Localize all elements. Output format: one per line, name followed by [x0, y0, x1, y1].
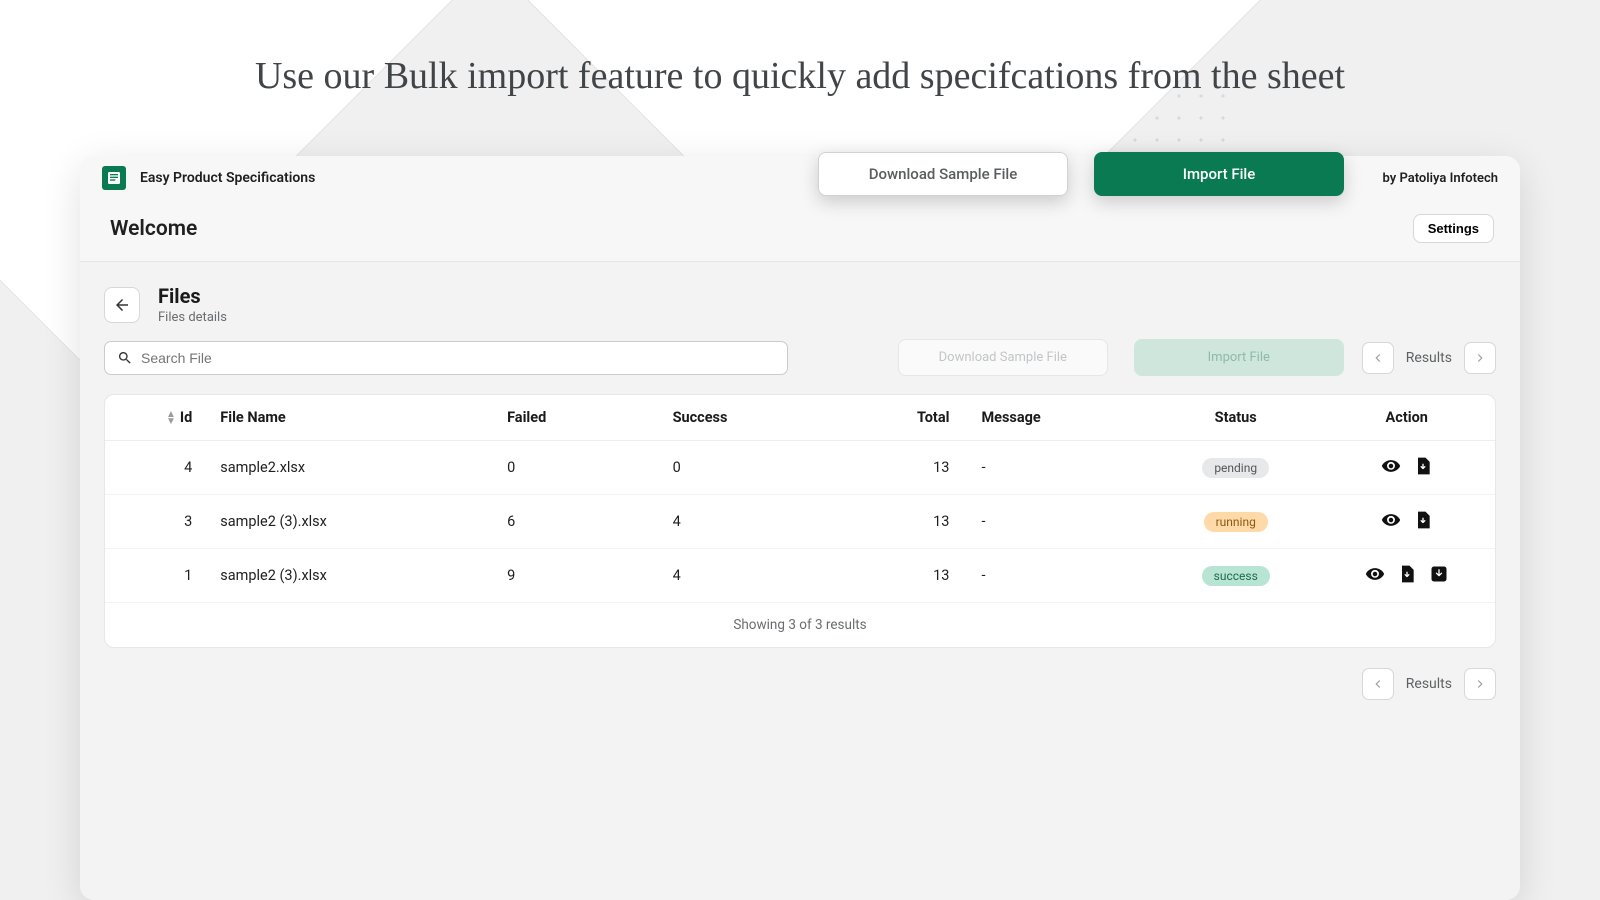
pager-label-bottom: Results: [1400, 676, 1458, 692]
chevron-left-icon: [1371, 351, 1385, 365]
files-title: Files: [158, 284, 227, 308]
files-table: ▲▼Id File Name Failed Success Total Mess…: [105, 395, 1495, 603]
floating-action-buttons: Download Sample File Import File: [818, 152, 1344, 196]
cell-action: [1318, 495, 1495, 549]
welcome-bar: Welcome Settings: [80, 200, 1520, 262]
download-action-icon[interactable]: [1412, 509, 1434, 531]
pager-label: Results: [1400, 350, 1458, 366]
import-file-ghost: Import File: [1134, 339, 1344, 376]
cell-message: -: [965, 549, 1153, 603]
col-header-status[interactable]: Status: [1153, 395, 1318, 441]
pager-bottom-wrap: Results: [104, 668, 1496, 700]
cell-status: success: [1153, 549, 1318, 603]
col-header-action: Action: [1318, 395, 1495, 441]
cell-action: [1318, 441, 1495, 495]
back-button[interactable]: [104, 287, 140, 323]
cell-failed: 6: [491, 495, 656, 549]
cell-message: -: [965, 441, 1153, 495]
arrow-left-icon: [113, 296, 131, 314]
view-action-icon[interactable]: [1380, 509, 1402, 531]
cell-failed: 0: [491, 441, 656, 495]
cell-total: 13: [822, 549, 965, 603]
search-input[interactable]: [141, 350, 775, 366]
cell-success: 4: [657, 495, 822, 549]
table-footer: Showing 3 of 3 results: [105, 603, 1495, 647]
cell-status: pending: [1153, 441, 1318, 495]
chevron-left-icon: [1371, 677, 1385, 691]
cell-action: [1318, 549, 1495, 603]
sort-icon: ▲▼: [166, 411, 176, 425]
download-action-icon[interactable]: [1412, 455, 1434, 477]
table-header-row: ▲▼Id File Name Failed Success Total Mess…: [105, 395, 1495, 441]
ghost-actions-background: Download Sample File Import File: [898, 339, 1344, 376]
cell-file-name: sample2 (3).xlsx: [204, 549, 491, 603]
cell-message: -: [965, 495, 1153, 549]
files-header: Files Files details: [104, 284, 1496, 325]
app-byline: by Patoliya Infotech: [1383, 171, 1498, 186]
col-header-failed[interactable]: Failed: [491, 395, 656, 441]
page-headline: Use our Bulk import feature to quickly a…: [0, 54, 1600, 98]
app-logo-icon: [102, 166, 126, 190]
table-row: 4sample2.xlsx0013-pending: [105, 441, 1495, 495]
cell-id: 4: [105, 441, 204, 495]
main-content: Files Files details Download Sample File…: [80, 262, 1520, 900]
pager-next-button[interactable]: [1464, 342, 1496, 374]
download-sample-ghost: Download Sample File: [898, 339, 1108, 376]
download-action-icon[interactable]: [1396, 563, 1418, 585]
cell-file-name: sample2 (3).xlsx: [204, 495, 491, 549]
pager-bottom: Results: [1362, 668, 1496, 700]
cell-total: 13: [822, 495, 965, 549]
table-row: 3sample2 (3).xlsx6413- running: [105, 495, 1495, 549]
cell-failed: 9: [491, 549, 656, 603]
cell-status: running: [1153, 495, 1318, 549]
view-action-icon[interactable]: [1380, 455, 1402, 477]
cell-id: 3: [105, 495, 204, 549]
app-window: Easy Product Specifications by Patoliya …: [80, 156, 1520, 900]
cell-success: 4: [657, 549, 822, 603]
cell-total: 13: [822, 441, 965, 495]
download-result-action-icon[interactable]: [1428, 563, 1450, 585]
col-header-file-name[interactable]: File Name: [204, 395, 491, 441]
cell-file-name: sample2.xlsx: [204, 441, 491, 495]
col-header-id[interactable]: ▲▼Id: [105, 395, 204, 441]
welcome-title: Welcome: [110, 217, 197, 241]
status-badge: success: [1202, 566, 1270, 586]
status-badge: running: [1204, 512, 1268, 532]
pager-prev-button-bottom[interactable]: [1362, 668, 1394, 700]
status-badge: pending: [1202, 458, 1269, 478]
files-subtitle: Files details: [158, 310, 227, 325]
app-name: Easy Product Specifications: [140, 170, 315, 186]
action-row: Download Sample File Import File Results: [104, 339, 1496, 376]
cell-success: 0: [657, 441, 822, 495]
pager-next-button-bottom[interactable]: [1464, 668, 1496, 700]
settings-button[interactable]: Settings: [1413, 214, 1494, 243]
chevron-right-icon: [1473, 351, 1487, 365]
table-row: 1sample2 (3).xlsx9413- success: [105, 549, 1495, 603]
import-file-button[interactable]: Import File: [1094, 152, 1344, 196]
chevron-right-icon: [1473, 677, 1487, 691]
search-icon: [117, 350, 133, 366]
search-field-wrapper[interactable]: [104, 341, 788, 375]
files-table-card: ▲▼Id File Name Failed Success Total Mess…: [104, 394, 1496, 648]
view-action-icon[interactable]: [1364, 563, 1386, 585]
col-header-total[interactable]: Total: [822, 395, 965, 441]
download-sample-button[interactable]: Download Sample File: [818, 152, 1068, 196]
pager-top: Results: [1362, 342, 1496, 374]
col-header-message[interactable]: Message: [965, 395, 1153, 441]
col-header-success[interactable]: Success: [657, 395, 822, 441]
pager-prev-button[interactable]: [1362, 342, 1394, 374]
cell-id: 1: [105, 549, 204, 603]
